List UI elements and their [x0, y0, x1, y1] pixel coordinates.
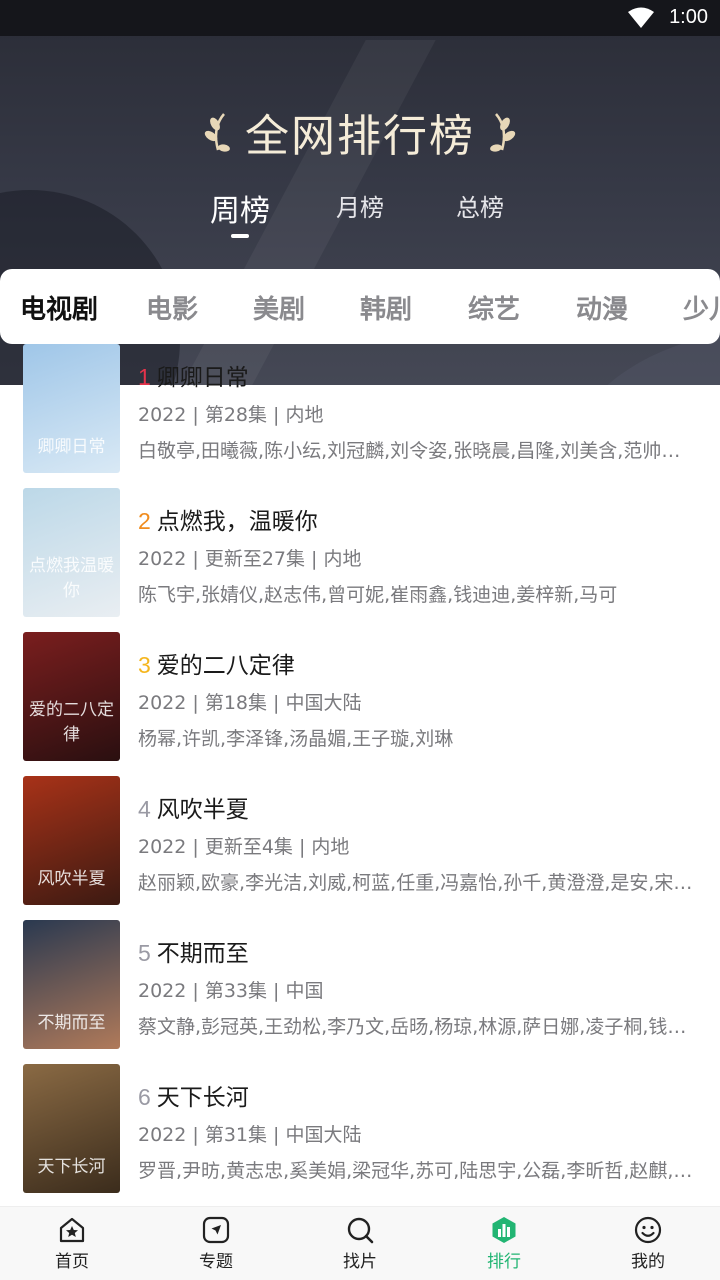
item-title: 点燃我，温暖你 [156, 509, 318, 535]
category-tab-movies[interactable]: 电影 [146, 289, 198, 326]
tab-monthly[interactable]: 月榜 [310, 188, 410, 223]
rank-number: 2 [138, 508, 151, 534]
compass-icon [202, 1216, 230, 1244]
poster-image: 爱的二八定律 [23, 632, 120, 761]
nav-label: 我的 [631, 1252, 665, 1272]
category-tab-tv-series[interactable]: 电视剧 [20, 289, 98, 326]
rank-number: 5 [138, 940, 151, 966]
item-cast: 陈飞宇,张婧仪,赵志伟,曾可妮,崔雨鑫,钱迪迪,姜梓新,马可 [138, 584, 618, 606]
status-bar: 1:00 [0, 0, 720, 36]
page-title-text: 全网排行榜 [245, 111, 475, 162]
item-cast: 罗晋,尹昉,黄志忠,奚美娟,梁冠华,苏可,陆思宇,公磊,李昕哲,赵麒,… [138, 1160, 693, 1182]
item-cast: 白敬亭,田曦薇,陈小纭,刘冠麟,刘令姿,张晓晨,昌隆,刘美含,范帅琦,… [138, 440, 698, 462]
home-icon [59, 1217, 85, 1243]
item-title-row: 5 不期而至 [138, 934, 249, 968]
bottom-navigation: 首页 专题 找片 排行 我的 [0, 1206, 720, 1280]
nav-label: 排行 [487, 1252, 521, 1272]
item-title: 卿卿日常 [156, 365, 249, 391]
tab-label: 周榜 [210, 194, 270, 229]
item-meta: 2022 | 第18集 | 中国大陆 [138, 692, 362, 714]
item-meta: 2022 | 第33集 | 中国 [138, 980, 324, 1002]
category-tab-variety[interactable]: 综艺 [468, 289, 520, 326]
item-cast: 杨幂,许凯,李泽锋,汤晶媚,王子璇,刘琳 [138, 728, 454, 750]
nav-find[interactable]: 找片 [310, 1215, 410, 1272]
period-tabs: 周榜 月榜 总榜 [0, 188, 720, 248]
item-meta: 2022 | 更新至4集 | 内地 [138, 836, 350, 858]
poster-title-art: 卿卿日常 [37, 437, 106, 457]
nav-profile[interactable]: 我的 [598, 1215, 698, 1272]
item-title-row: 1 卿卿日常 [138, 358, 249, 392]
category-tab-us-series[interactable]: 美剧 [253, 289, 305, 326]
tab-all-time[interactable]: 总榜 [430, 188, 530, 223]
item-meta: 2022 | 更新至27集 | 内地 [138, 548, 362, 570]
nav-label: 专题 [199, 1252, 233, 1272]
poster-image: 卿卿日常 [23, 344, 120, 473]
search-icon [347, 1217, 374, 1244]
category-tab-kids[interactable]: 少儿 [683, 289, 720, 326]
rank-number: 1 [138, 364, 151, 390]
poster-image: 点燃我温暖你 [23, 488, 120, 617]
poster-title-art: 爱的二八定律 [29, 700, 114, 745]
category-tabs: 电视剧 电影 美剧 韩剧 综艺 动漫 少儿 [0, 269, 720, 344]
poster-image: 风吹半夏 [23, 776, 120, 905]
list-item[interactable]: 不期而至 5 不期而至 2022 | 第33集 | 中国 蔡文静,彭冠英,王劲松,… [0, 920, 720, 1064]
nav-label: 首页 [55, 1252, 89, 1272]
tab-label: 月榜 [336, 194, 384, 222]
item-title: 不期而至 [156, 941, 249, 967]
ranking-icon [492, 1217, 516, 1243]
list-item[interactable]: 爱的二八定律 3 爱的二八定律 2022 | 第18集 | 中国大陆 杨幂,许凯,… [0, 632, 720, 776]
list-item[interactable]: 天下长河 6 天下长河 2022 | 第31集 | 中国大陆 罗晋,尹昉,黄志忠,… [0, 1064, 720, 1206]
poster-image: 不期而至 [23, 920, 120, 1049]
laurel-right-icon [490, 113, 516, 152]
ranking-list: 卿卿日常 1 卿卿日常 2022 | 第28集 | 内地 白敬亭,田曦薇,陈小纭,… [0, 344, 720, 1206]
rank-number: 3 [138, 652, 151, 678]
list-item[interactable]: 点燃我温暖你 2 点燃我，温暖你 2022 | 更新至27集 | 内地 陈飞宇,张… [0, 488, 720, 632]
tab-label: 总榜 [456, 194, 504, 222]
list-item[interactable]: 卿卿日常 1 卿卿日常 2022 | 第28集 | 内地 白敬亭,田曦薇,陈小纭,… [0, 344, 720, 488]
list-item[interactable]: 风吹半夏 4 风吹半夏 2022 | 更新至4集 | 内地 赵丽颖,欧豪,李光洁,… [0, 776, 720, 920]
item-meta: 2022 | 第28集 | 内地 [138, 404, 324, 426]
nav-topics[interactable]: 专题 [166, 1215, 266, 1272]
item-cast: 赵丽颖,欧豪,李光洁,刘威,柯蓝,任重,冯嘉怡,孙千,黄澄澄,是安,宋… [138, 872, 693, 894]
poster-title-art: 不期而至 [37, 1013, 106, 1033]
poster-title-art: 风吹半夏 [37, 869, 106, 889]
poster-image: 天下长河 [23, 1064, 120, 1193]
category-tab-anime[interactable]: 动漫 [576, 289, 628, 326]
nav-label: 找片 [343, 1252, 377, 1272]
poster-title-art: 点燃我温暖你 [29, 556, 114, 601]
item-title-row: 4 风吹半夏 [138, 790, 249, 824]
wifi-icon [628, 7, 654, 28]
item-meta: 2022 | 第31集 | 中国大陆 [138, 1124, 362, 1146]
item-title-row: 6 天下长河 [138, 1078, 249, 1112]
poster-title-art: 天下长河 [37, 1157, 106, 1177]
item-title-row: 2 点燃我，温暖你 [138, 502, 318, 536]
item-title: 风吹半夏 [156, 797, 249, 823]
category-tab-korean-series[interactable]: 韩剧 [360, 289, 412, 326]
item-title-row: 3 爱的二八定律 [138, 646, 295, 680]
rank-number: 4 [138, 796, 151, 822]
status-time: 1:00 [669, 6, 708, 28]
rank-number: 6 [138, 1084, 151, 1110]
profile-icon [634, 1216, 662, 1244]
item-cast: 蔡文静,彭冠英,王劲松,李乃文,岳旸,杨琼,林源,萨日娜,凌子桐,钱… [138, 1016, 687, 1038]
item-title: 天下长河 [156, 1085, 249, 1111]
page-title: 全网排行榜 [0, 100, 720, 164]
nav-ranking[interactable]: 排行 [454, 1215, 554, 1272]
laurel-left-icon [204, 113, 230, 152]
tab-weekly[interactable]: 周榜 [190, 186, 290, 238]
nav-home[interactable]: 首页 [22, 1215, 122, 1272]
active-tab-indicator [231, 234, 249, 238]
item-title: 爱的二八定律 [156, 653, 295, 679]
